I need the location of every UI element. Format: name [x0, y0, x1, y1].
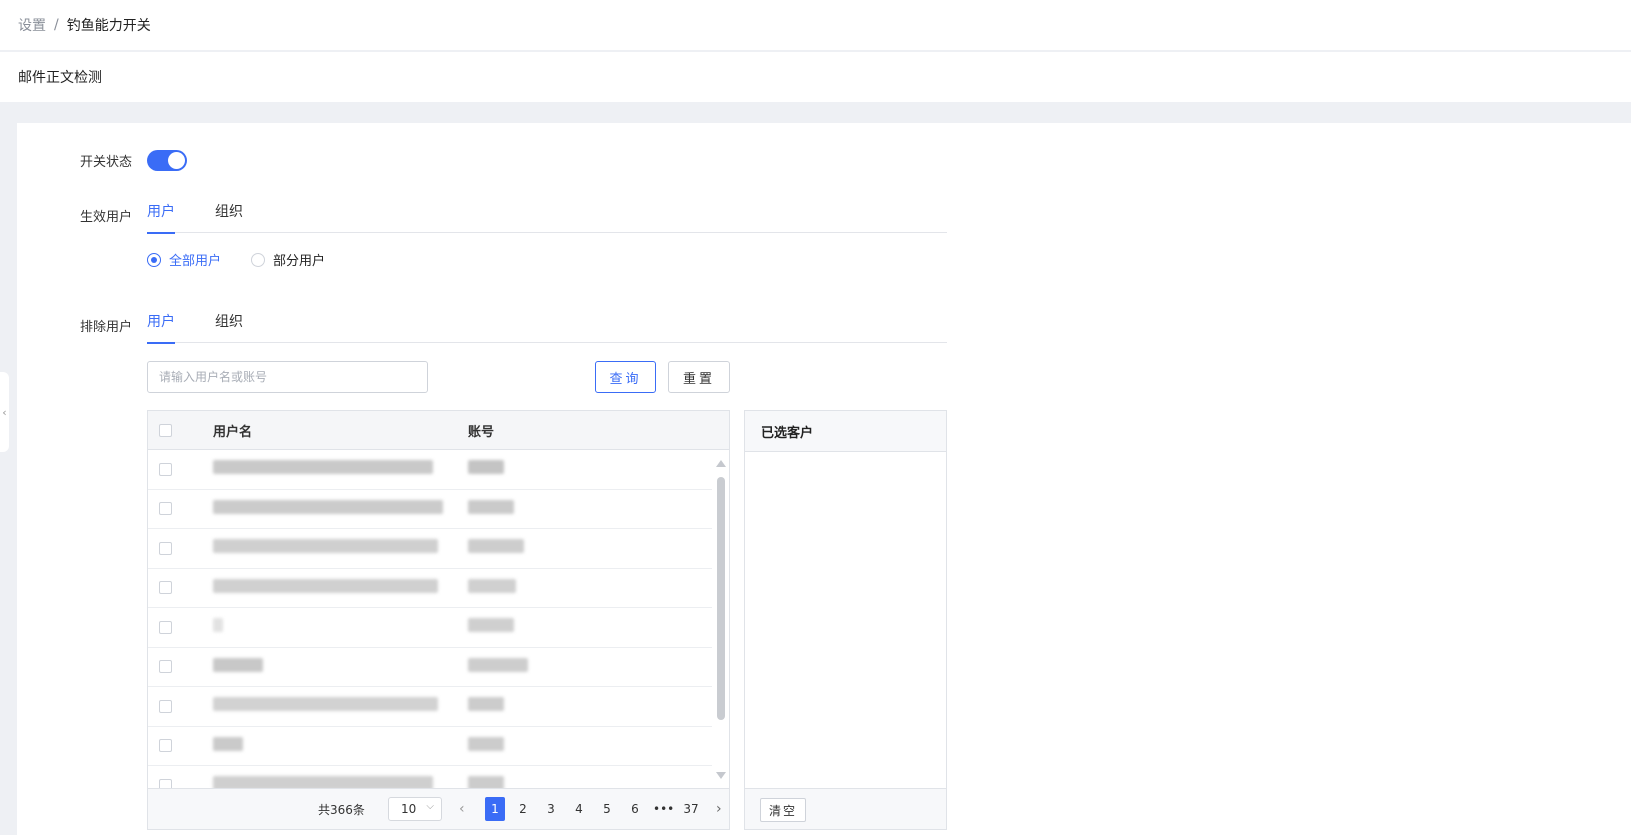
account-cell — [468, 618, 514, 633]
excluded-users-label: 排除用户 — [79, 320, 132, 335]
row-checkbox[interactable] — [159, 660, 172, 674]
prev-page-icon[interactable]: ‹ — [459, 801, 465, 817]
radio-partial-users[interactable]: 部分用户 — [251, 250, 325, 269]
radio-all-users[interactable]: 全部用户 — [147, 250, 221, 269]
breadcrumb-current: 钓鱼能力开关 — [66, 18, 151, 34]
table-row[interactable] — [148, 608, 712, 648]
account-cell — [468, 578, 516, 593]
page-ellipsis[interactable]: ••• — [653, 797, 674, 821]
status-toggle[interactable] — [147, 150, 187, 171]
breadcrumb-separator: / — [54, 17, 59, 33]
sidebar-collapse-handle[interactable]: ‹ — [0, 372, 9, 452]
table-row[interactable] — [148, 766, 712, 789]
page-5[interactable]: 5 — [597, 797, 617, 821]
account-cell — [468, 657, 528, 672]
chevron-down-icon: ⌵ — [426, 801, 434, 812]
tab-effective-user[interactable]: 用户 — [147, 197, 175, 234]
account-cell — [468, 736, 504, 751]
tab-effective-org[interactable]: 组织 — [215, 197, 243, 233]
column-header-account: 账号 — [468, 424, 495, 440]
radio-circle — [251, 252, 266, 267]
page-size-select[interactable]: 10 ⌵ — [388, 797, 442, 821]
table-row[interactable] — [148, 687, 712, 727]
page-1[interactable]: 1 — [485, 797, 505, 821]
selected-panel-footer: 清空 — [745, 788, 946, 829]
reset-button[interactable]: 重置 — [668, 361, 730, 393]
radio-label-all-users: 全部用户 — [169, 254, 222, 269]
page-2[interactable]: 2 — [513, 797, 533, 821]
toggle-knob — [168, 152, 185, 169]
table-header: 用户名 账号 — [148, 411, 729, 450]
table-row[interactable] — [148, 727, 712, 766]
row-checkbox[interactable] — [159, 462, 172, 476]
table-row[interactable] — [148, 450, 712, 490]
row-checkbox[interactable] — [159, 581, 172, 595]
clear-button[interactable]: 清空 — [760, 798, 806, 822]
table-row[interactable] — [148, 648, 712, 687]
table-row[interactable] — [148, 529, 712, 569]
tab-excluded-org[interactable]: 组织 — [215, 307, 243, 343]
page-size-value: 10 — [401, 802, 417, 816]
next-page-icon[interactable]: › — [716, 801, 722, 817]
switch-label: 开关状态 — [79, 155, 132, 170]
scroll-down-arrow-icon[interactable] — [716, 772, 726, 779]
row-checkbox[interactable] — [159, 699, 172, 713]
page-37[interactable]: 37 — [681, 797, 701, 821]
scroll-up-arrow-icon[interactable] — [716, 460, 726, 467]
tab-excluded-user[interactable]: 用户 — [147, 307, 175, 344]
page-6[interactable]: 6 — [625, 797, 645, 821]
selected-panel-title: 已选客户 — [745, 411, 946, 452]
row-checkbox[interactable] — [159, 739, 172, 753]
query-button[interactable]: 查询 — [595, 361, 656, 393]
page-title: 邮件正文检测 — [0, 52, 1631, 102]
account-cell — [468, 697, 504, 712]
table-row[interactable] — [148, 490, 712, 529]
table-row[interactable] — [148, 569, 712, 608]
page-4[interactable]: 4 — [569, 797, 589, 821]
column-header-username: 用户名 — [213, 424, 253, 440]
user-table: 用户名 账号 共366条 10 ⌵ ‹ 1 2 3 4 5 6 ••• 37 › — [147, 410, 730, 830]
selected-customers-panel: 已选客户 清空 — [744, 410, 947, 830]
username-cell — [213, 618, 223, 633]
radio-circle-checked — [147, 252, 161, 267]
scroll-thumb[interactable] — [717, 477, 725, 720]
pagination: 共366条 10 ⌵ ‹ 1 2 3 4 5 6 ••• 37 › — [148, 788, 729, 829]
effective-scope-radio-group: 全部用户 部分用户 — [147, 250, 355, 269]
page-title-text: 邮件正文检测 — [18, 70, 102, 86]
username-cell — [213, 736, 243, 751]
row-checkbox[interactable] — [159, 541, 172, 555]
select-all-checkbox[interactable] — [159, 423, 172, 437]
effective-users-label: 生效用户 — [79, 210, 132, 225]
account-cell — [468, 460, 504, 475]
username-cell — [213, 539, 438, 554]
username-cell — [213, 499, 443, 514]
username-cell — [213, 460, 433, 475]
table-body[interactable] — [148, 450, 729, 789]
excluded-users-tabs: 用户 组织 — [147, 307, 947, 344]
username-cell — [213, 657, 263, 672]
table-scrollbar[interactable] — [715, 450, 727, 789]
radio-label-partial-users: 部分用户 — [273, 254, 326, 269]
chevron-left-icon: ‹ — [2, 405, 7, 419]
breadcrumb-settings-link[interactable]: 设置 — [18, 15, 46, 35]
page-list: 1 2 3 4 5 6 ••• 37 — [485, 797, 709, 821]
breadcrumb: 设置 / 钓鱼能力开关 — [0, 0, 1631, 50]
pagination-total: 共366条 — [318, 802, 365, 817]
username-cell — [213, 697, 438, 712]
account-cell — [468, 499, 514, 514]
row-checkbox[interactable] — [159, 502, 172, 516]
effective-users-tabs: 用户 组织 — [147, 197, 947, 234]
username-cell — [213, 578, 438, 593]
account-cell — [468, 539, 524, 554]
row-checkbox[interactable] — [159, 620, 172, 634]
search-input[interactable] — [147, 361, 428, 393]
page-3[interactable]: 3 — [541, 797, 561, 821]
